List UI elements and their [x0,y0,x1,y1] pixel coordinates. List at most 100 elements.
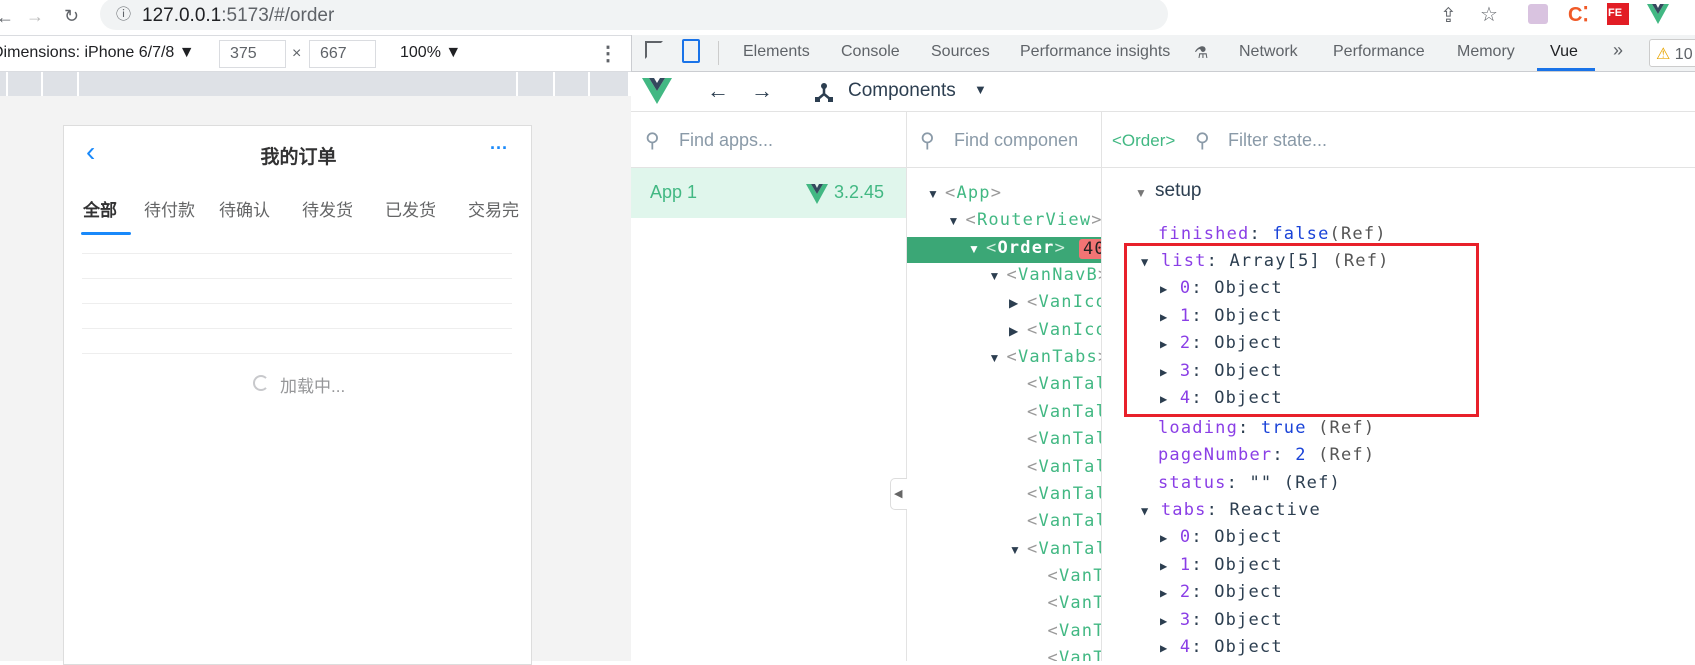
tab-completed[interactable]: 交易完 [468,196,519,221]
more-tabs-icon[interactable]: » [1613,40,1623,61]
site-info-icon[interactable]: ⓘ [116,7,131,22]
share-icon[interactable]: ⇪ [1440,6,1457,26]
tab-console[interactable]: Console [841,43,900,61]
expand-arrow-icon[interactable]: ▼ [989,351,1001,365]
reload-icon[interactable]: ↻ [64,7,79,25]
state-finished[interactable]: finished: false(Ref) [1158,224,1387,244]
tree-node[interactable]: <VanT> [907,592,1102,618]
tree-node[interactable]: <VanTal> [907,510,1101,536]
view-selector[interactable]: Components [848,80,956,102]
find-components-input[interactable]: Find componen [954,130,1101,151]
array-item[interactable]: ▶ 1: Object [1160,555,1283,575]
bookmark-star-icon[interactable]: ☆ [1480,5,1498,25]
component-name: <App> [945,183,1003,203]
height-input[interactable]: 667 [309,40,376,68]
fe-helper-icon[interactable]: FE [1607,3,1629,25]
state-value: false [1272,224,1330,244]
active-tab-indicator [1537,68,1595,71]
state-status[interactable]: status: "" (Ref) [1158,473,1341,493]
expand-arrow-icon[interactable]: ▼ [989,269,1001,283]
tree-node[interactable]: ▼ <VanTabs> [907,346,1102,372]
section-title: setup [1155,180,1202,201]
state-loading[interactable]: loading: true (Ref) [1158,418,1375,438]
tab-performance-insights[interactable]: Performance insights [1020,43,1170,61]
tree-node[interactable]: <VanT> [907,565,1102,591]
array-item[interactable]: ▶ 3: Object [1160,610,1283,630]
chevron-down-icon[interactable]: ▼ [974,82,987,97]
component-name: <VanTal> [1027,511,1101,532]
tab-all[interactable]: 全部 [83,196,117,221]
tab-elements[interactable]: Elements [743,43,810,61]
tree-node[interactable]: ▶ <VanIco> [907,319,1101,345]
array-item[interactable]: ▶ 4: Object [1160,637,1283,657]
tab-vue[interactable]: Vue [1550,43,1578,61]
tab-memory[interactable]: Memory [1457,43,1515,61]
tree-node[interactable]: <VanTal> [907,373,1101,399]
tree-node[interactable]: <VanTal> [907,401,1101,427]
collapse-arrow-icon[interactable]: ▶ [1160,531,1168,545]
back-icon[interactable]: ← [0,8,14,26]
expand-arrow-icon[interactable]: ▼ [948,214,960,228]
divider [718,41,719,65]
tree-node[interactable]: <VanT> [907,647,1102,661]
url-text[interactable]: 127.0.0.1:5173/#/order [142,5,334,27]
collapse-arrow-icon[interactable]: ▶ [1160,641,1168,655]
phone-screen: ‹ 我的订单 ··· 全部 待付款 待确认 待发货 已发货 交易完 加载中... [63,125,532,665]
tree-node[interactable]: ▶ <VanIco> [907,291,1101,317]
tab-pending-shipment[interactable]: 待发货 [302,196,353,221]
filter-state-input[interactable]: Filter state... [1228,130,1327,151]
collapse-arrow-icon[interactable]: ▶ [1009,324,1018,338]
tree-node[interactable]: ▼ <VanTal> [907,538,1101,564]
collapse-panel-icon[interactable]: ◀ [890,478,907,510]
expand-arrow-icon[interactable]: ▼ [1009,543,1021,557]
collapse-arrow-icon[interactable]: ▶ [1160,559,1168,573]
tree-node[interactable]: <VanTal> [907,483,1101,509]
component-name: <RouterView> [965,210,1102,231]
collapse-arrow-icon[interactable]: ▶ [1160,614,1168,628]
collapse-arrow-icon[interactable]: ▶ [1160,586,1168,600]
c-extension-icon[interactable]: C⁚ [1568,2,1589,27]
inspect-element-icon[interactable] [645,41,663,59]
tab-pending-payment[interactable]: 待付款 [144,196,195,221]
state-page-number[interactable]: pageNumber: 2 (Ref) [1158,445,1375,465]
tree-node[interactable]: <VanTal> [907,456,1101,482]
vue-devtools-icon[interactable] [1647,4,1669,24]
state-tabs[interactable]: ▼ tabs: Reactive [1141,500,1321,520]
dimensions-select[interactable]: Dimensions: iPhone 6/7/8 ▼ [0,44,195,62]
width-input[interactable]: 375 [219,40,286,68]
more-options-icon[interactable]: ⋮ [598,41,618,66]
tree-node[interactable]: ▼ <VanNavB> [907,264,1102,290]
expand-arrow-icon[interactable]: ▼ [1141,504,1149,518]
forward-icon[interactable]: → [751,78,773,104]
collapse-arrow-icon[interactable]: ▶ [1009,296,1018,310]
tree-node[interactable]: ▼ <RouterView> [907,209,1102,235]
tab-network[interactable]: Network [1239,43,1298,61]
tree-node[interactable]: <VanT> [907,620,1102,646]
find-apps-input[interactable]: Find apps... [679,130,773,151]
component-name: <VanTal> [1027,374,1101,395]
item-index: 0 [1179,527,1192,548]
item-index: 2 [1179,582,1192,603]
tab-sources[interactable]: Sources [931,43,990,61]
expand-arrow-icon[interactable]: ▼ [968,242,980,256]
app-list-item[interactable]: App 1 3.2.45 [631,168,906,218]
expand-arrow-icon[interactable]: ▼ [927,187,939,201]
device-toggle-icon[interactable] [682,39,700,63]
array-item[interactable]: ▶ 0: Object [1160,527,1283,547]
array-item[interactable]: ▶ 2: Object [1160,582,1283,602]
tab-shipped[interactable]: 已发货 [385,196,436,221]
collapse-arrow-icon[interactable]: ▼ [1135,186,1147,200]
state-key: pageNumber [1158,445,1273,465]
back-icon[interactable]: ← [707,78,729,104]
warnings-badge[interactable]: ⚠ 10 [1649,39,1695,67]
forward-icon[interactable]: → [26,7,44,25]
tree-node[interactable]: <VanTal> [907,428,1101,454]
zoom-select[interactable]: 100% ▼ [400,44,461,62]
tab-performance[interactable]: Performance [1333,43,1425,61]
tree-node[interactable]: ▼ <Order> 40 [907,236,1101,263]
tree-node[interactable]: ▼ <App> [907,182,1101,208]
folder-download-icon[interactable] [1528,4,1548,24]
more-icon[interactable]: ··· [490,138,508,159]
warning-icon: ⚠ [1656,46,1671,63]
tab-pending-confirm[interactable]: 待确认 [219,196,270,221]
